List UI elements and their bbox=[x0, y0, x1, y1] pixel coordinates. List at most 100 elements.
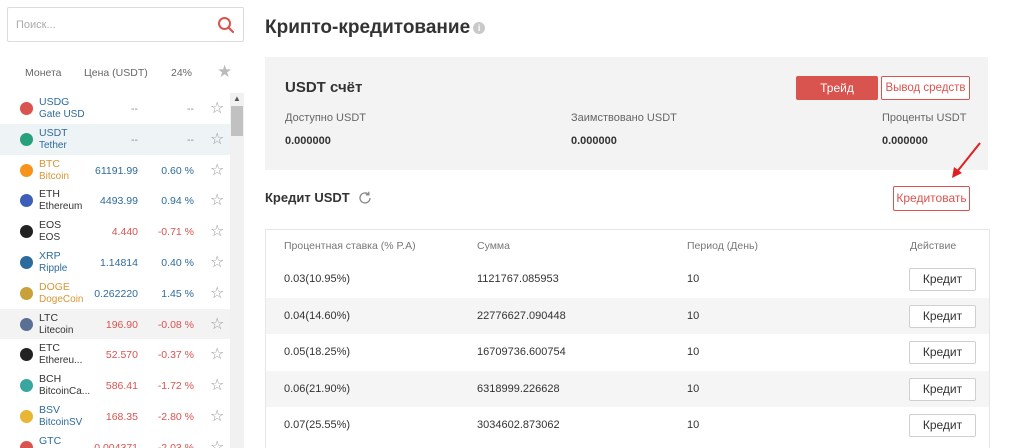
credit-button[interactable]: Кредит bbox=[909, 414, 976, 437]
coin-symbol: ETH bbox=[39, 188, 60, 201]
rate-cell: 0.04(14.60%) bbox=[284, 309, 351, 322]
coin-change: -0.37 % bbox=[157, 349, 194, 362]
coin-row-eth[interactable]: ETH Ethereum 4493.99 0.94 % ☆ bbox=[0, 185, 230, 216]
eos-icon bbox=[20, 225, 33, 239]
period-cell: 10 bbox=[687, 273, 700, 285]
coin-price: -- bbox=[131, 103, 138, 115]
coin-name: DogeCoin bbox=[39, 293, 84, 305]
search-icon[interactable] bbox=[217, 16, 235, 34]
scroll-thumb[interactable] bbox=[231, 106, 243, 136]
rate-column-header: Процентная ставка (% P.A) bbox=[284, 240, 416, 252]
search-input[interactable] bbox=[16, 16, 206, 34]
favorite-star-icon[interactable]: ☆ bbox=[210, 437, 224, 448]
coin-name: Gate USD bbox=[39, 109, 85, 120]
favorite-star-icon[interactable]: ☆ bbox=[210, 314, 224, 334]
coin-change: -0.08 % bbox=[157, 318, 194, 331]
favorite-star-icon[interactable]: ☆ bbox=[210, 406, 224, 426]
coin-change: 1.45 % bbox=[161, 287, 194, 300]
credit-button[interactable]: Кредит bbox=[909, 377, 976, 401]
change-column-header[interactable]: 24% bbox=[171, 67, 192, 79]
favorite-star-icon[interactable]: ☆ bbox=[210, 190, 224, 210]
action-column-header: Действие bbox=[910, 240, 957, 252]
trade-button[interactable]: Трейд bbox=[796, 76, 878, 100]
coin-symbol: LTC bbox=[39, 311, 59, 324]
period-cell: 10 bbox=[687, 346, 700, 358]
coin-row-bsv[interactable]: BSV BitcoinSV 168.35 -2.80 % ☆ bbox=[0, 401, 230, 432]
coin-list: USDG Gate USD -- -- ☆ USDT Tether -- -- ☆ BTC Bitco… bbox=[0, 93, 230, 448]
coin-row-etc[interactable]: ETC Ethereu... 52.570 -0.37 % ☆ bbox=[0, 339, 230, 370]
rate-cell: 0.05(18.25%) bbox=[284, 346, 351, 358]
amount-cell: 3034602.873062 bbox=[477, 419, 560, 431]
coin-change: -- bbox=[187, 133, 194, 146]
coin-name: Ethereum bbox=[39, 201, 83, 213]
withdraw-button[interactable]: Вывод средств bbox=[881, 76, 970, 100]
coin-row-doge[interactable]: DOGE DogeCoin 0.262220 1.45 % ☆ bbox=[0, 278, 230, 309]
coin-name: BitcoinCa... bbox=[39, 386, 91, 398]
coin-symbol: GTC bbox=[39, 434, 62, 447]
credit-button[interactable]: Кредит bbox=[909, 304, 976, 328]
credit-offers-table: Процентная ставка (% P.A) Сумма Период (… bbox=[265, 229, 990, 448]
credit-button[interactable]: Кредит bbox=[909, 268, 976, 291]
ltc-icon bbox=[20, 317, 33, 331]
coin-row-eos[interactable]: EOS EOS 4.440 -0.71 % ☆ bbox=[0, 216, 230, 247]
amount-cell: 6318999.226628 bbox=[477, 382, 560, 395]
favorites-filter-star-icon[interactable]: ★ bbox=[217, 62, 232, 82]
coin-name: Tether bbox=[39, 139, 67, 151]
doge-icon bbox=[20, 286, 33, 300]
account-title: USDT счёт bbox=[285, 79, 363, 96]
favorite-star-icon[interactable]: ☆ bbox=[210, 344, 224, 364]
available-label: Доступно USDT bbox=[285, 112, 367, 124]
borrowed-value: 0.000000 bbox=[571, 135, 617, 147]
refresh-icon[interactable] bbox=[357, 190, 373, 206]
credit-button[interactable]: Кредит bbox=[909, 341, 976, 364]
gtc-icon bbox=[20, 440, 33, 448]
credit-section-title: Кредит USDT bbox=[265, 190, 350, 205]
available-value: 0.000000 bbox=[285, 135, 331, 147]
price-column-header[interactable]: Цена (USDT) bbox=[84, 67, 148, 79]
lend-button[interactable]: Кредитовать bbox=[893, 186, 970, 211]
coin-row-ltc[interactable]: LTC Litecoin 196.90 -0.08 % ☆ bbox=[0, 308, 230, 340]
period-cell: 10 bbox=[687, 309, 700, 322]
etc-icon bbox=[20, 348, 33, 362]
favorite-star-icon[interactable]: ☆ bbox=[210, 98, 224, 118]
favorite-star-icon[interactable]: ☆ bbox=[210, 160, 224, 180]
favorite-star-icon[interactable]: ☆ bbox=[210, 221, 224, 241]
coin-row-bch[interactable]: BCH BitcoinCa... 586.41 -1.72 % ☆ bbox=[0, 370, 230, 401]
interest-label: Проценты USDT bbox=[882, 112, 967, 124]
coin-price: 0.004371 bbox=[94, 441, 138, 448]
coin-sidebar: Монета Цена (USDT) 24% ★ USDGGate USD -- -… bbox=[0, 0, 246, 448]
coin-list-scrollbar[interactable]: ▲ bbox=[230, 93, 244, 448]
bsv-icon bbox=[20, 409, 33, 423]
coin-change: -- bbox=[187, 103, 194, 115]
info-icon[interactable]: i bbox=[473, 21, 486, 34]
coin-change: 0.94 % bbox=[161, 195, 194, 208]
coin-row-usdt[interactable]: USDT Tether -- -- ☆ bbox=[0, 123, 230, 155]
annotation-arrow-icon bbox=[952, 142, 981, 178]
coin-change: -2.80 % bbox=[157, 410, 194, 423]
coin-row-btc[interactable]: BTC Bitcoin 61191.99 0.60 % ☆ bbox=[0, 155, 230, 186]
favorite-star-icon[interactable]: ☆ bbox=[210, 283, 224, 303]
coin-symbol: XRP bbox=[39, 249, 61, 262]
favorite-star-icon[interactable]: ☆ bbox=[210, 129, 224, 149]
favorite-star-icon[interactable]: ☆ bbox=[210, 375, 224, 395]
coin-table-header: Монета Цена (USDT) 24% ★ bbox=[0, 62, 246, 86]
scroll-up-arrow-icon[interactable]: ▲ bbox=[230, 93, 244, 105]
favorite-star-icon[interactable]: ☆ bbox=[210, 252, 224, 272]
rate-cell: 0.07(25.55%) bbox=[284, 419, 351, 431]
coin-row-usdg[interactable]: USDG Gate USD -- -- ☆ bbox=[0, 93, 230, 124]
coin-name: Ethereu... bbox=[39, 355, 83, 367]
coin-row-xrp[interactable]: XRP Ripple 1.14814 0.40 % ☆ bbox=[0, 247, 230, 278]
period-cell: 10 bbox=[687, 382, 700, 395]
credit-table-body: 0.03(10.95%) 1121767.085953 10 Кредит 0.04(1… bbox=[266, 261, 989, 444]
coin-column-header[interactable]: Монета bbox=[25, 67, 62, 79]
page-title-text: Крипто-кредитование bbox=[265, 17, 471, 38]
coin-price: 1.14814 bbox=[100, 256, 138, 269]
rate-cell: 0.03(10.95%) bbox=[284, 273, 351, 285]
search-box bbox=[7, 7, 244, 42]
page-title: Крипто-кредитование i bbox=[265, 17, 486, 39]
coin-row-gtc[interactable]: GTC 0.004371 -2.03 % ☆ bbox=[0, 432, 230, 448]
coin-symbol: BCH bbox=[39, 373, 62, 386]
coin-name: BitcoinSV bbox=[39, 416, 83, 428]
coin-symbol: USDG bbox=[39, 96, 70, 108]
coin-name: Bitcoin bbox=[39, 170, 70, 182]
